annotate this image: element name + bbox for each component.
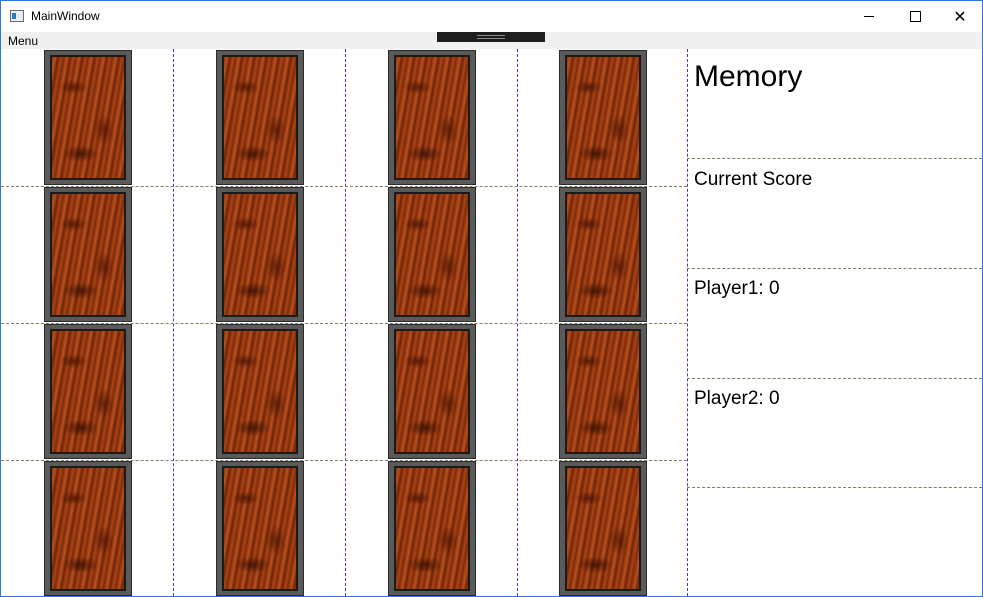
game-title: Memory — [694, 60, 803, 93]
sidebar-divider — [687, 378, 982, 379]
window-app-icon — [10, 10, 24, 22]
memory-card[interactable] — [559, 187, 647, 322]
memory-card[interactable] — [388, 187, 476, 322]
debug-toolbar-handle[interactable] — [437, 32, 545, 42]
memory-card[interactable] — [44, 324, 132, 459]
card-back-image — [565, 466, 641, 591]
memory-card[interactable] — [388, 461, 476, 596]
card-back-image — [394, 192, 470, 317]
card-back-image — [50, 466, 126, 591]
memory-card[interactable] — [388, 50, 476, 185]
card-back-image — [394, 329, 470, 454]
player2-score: Player2: 0 — [694, 388, 780, 409]
card-back-image — [50, 55, 126, 180]
score-heading: Current Score — [694, 169, 813, 190]
main-window: MainWindow ✕ Menu Memory Current Score P… — [0, 0, 983, 597]
player1-score: Player1: 0 — [694, 278, 780, 299]
memory-card[interactable] — [44, 187, 132, 322]
title-bar[interactable]: MainWindow ✕ — [1, 1, 982, 32]
memory-card[interactable] — [216, 461, 304, 596]
card-back-image — [565, 55, 641, 180]
memory-card[interactable] — [216, 50, 304, 185]
close-button[interactable]: ✕ — [937, 1, 982, 32]
card-back-image — [565, 329, 641, 454]
sidebar-divider — [687, 487, 982, 488]
card-back-image — [394, 466, 470, 591]
card-back-image — [394, 55, 470, 180]
sidebar-divider — [687, 158, 982, 159]
grid-line-vertical — [687, 49, 688, 596]
card-back-image — [222, 55, 298, 180]
card-back-image — [50, 329, 126, 454]
minimize-icon — [864, 16, 874, 17]
memory-card[interactable] — [216, 187, 304, 322]
memory-card[interactable] — [559, 324, 647, 459]
maximize-button[interactable] — [892, 1, 938, 32]
content-area: Memory Current Score Player1: 0 Player2:… — [1, 49, 982, 596]
card-back-image — [50, 192, 126, 317]
memory-card[interactable] — [44, 461, 132, 596]
minimize-button[interactable] — [846, 1, 892, 32]
card-back-image — [222, 192, 298, 317]
card-back-image — [565, 192, 641, 317]
maximize-icon — [909, 11, 921, 22]
memory-card[interactable] — [559, 50, 647, 185]
memory-card[interactable] — [44, 50, 132, 185]
close-icon: ✕ — [953, 6, 967, 26]
memory-card[interactable] — [388, 324, 476, 459]
card-back-image — [222, 466, 298, 591]
window-title: MainWindow — [31, 9, 100, 23]
memory-card[interactable] — [559, 461, 647, 596]
memory-card[interactable] — [216, 324, 304, 459]
sidebar-divider — [687, 268, 982, 269]
menu-item-menu[interactable]: Menu — [8, 34, 38, 48]
card-back-image — [222, 329, 298, 454]
